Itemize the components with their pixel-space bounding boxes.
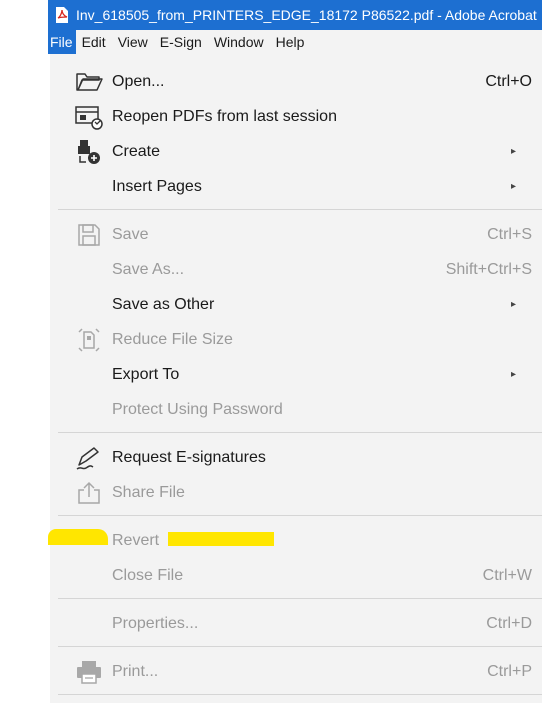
chevron-right-icon: ▸ <box>510 181 516 192</box>
menu-item-close-shortcut: Ctrl+W <box>482 566 532 584</box>
folder-open-icon <box>74 67 104 97</box>
menu-item-share[interactable]: Share File <box>50 475 542 510</box>
printer-icon <box>74 657 104 687</box>
menu-separator <box>58 209 542 210</box>
menu-item-insert-pages[interactable]: Insert Pages ▸ <box>50 169 542 204</box>
menu-item-properties-shortcut: Ctrl+D <box>486 614 532 632</box>
menu-item-save-as[interactable]: Save As... Shift+Ctrl+S <box>50 252 542 287</box>
menu-item-reopen-label: Reopen PDFs from last session <box>112 107 337 125</box>
menu-item-save[interactable]: Save Ctrl+S <box>50 217 542 252</box>
menu-separator <box>58 515 542 516</box>
chevron-right-icon: ▸ <box>510 299 516 310</box>
menu-item-export-to-label: Export To <box>112 365 180 383</box>
menu-item-close-label: Close File <box>112 566 184 584</box>
menu-item-save-as-shortcut: Shift+Ctrl+S <box>445 260 532 278</box>
menu-item-print-shortcut: Ctrl+P <box>487 662 532 680</box>
menu-item-share-label: Share File <box>112 483 185 501</box>
menu-item-save-label: Save <box>112 225 149 243</box>
menu-item-revert[interactable]: Revert <box>50 523 542 558</box>
menu-item-open[interactable]: Open... Ctrl+O <box>50 64 542 99</box>
menu-item-print[interactable]: Print... Ctrl+P <box>50 654 542 689</box>
menu-item-open-label: Open... <box>112 72 165 90</box>
menu-item-protect-label: Protect Using Password <box>112 400 283 418</box>
reduce-size-icon <box>74 325 104 355</box>
menu-separator <box>58 694 542 695</box>
save-disk-icon <box>74 220 104 250</box>
esign-pen-icon <box>74 443 104 473</box>
menu-item-reduce-size-label: Reduce File Size <box>112 330 233 348</box>
menu-item-export-to[interactable]: Export To ▸ <box>50 357 542 392</box>
menu-item-properties-label: Properties... <box>112 614 199 632</box>
share-icon <box>74 478 104 508</box>
menu-separator <box>58 432 542 433</box>
menu-item-save-as-other-label: Save as Other <box>112 295 215 313</box>
menu-item-properties[interactable]: Properties... Ctrl+D <box>50 606 542 641</box>
acrobat-pdf-icon <box>54 6 70 24</box>
menu-item-close[interactable]: Close File Ctrl+W <box>50 558 542 593</box>
menu-item-reduce-size[interactable]: Reduce File Size <box>50 322 542 357</box>
menu-esign[interactable]: E-Sign <box>154 30 208 54</box>
menu-separator <box>58 598 542 599</box>
menu-separator <box>58 646 542 647</box>
menu-item-print-label: Print... <box>112 662 159 680</box>
menu-file[interactable]: File <box>48 30 76 54</box>
menu-edit[interactable]: Edit <box>76 30 112 54</box>
create-pdf-icon <box>74 137 104 167</box>
chevron-right-icon: ▸ <box>510 146 516 157</box>
menu-item-protect[interactable]: Protect Using Password <box>50 392 542 427</box>
menu-item-save-shortcut: Ctrl+S <box>487 225 532 243</box>
menu-window[interactable]: Window <box>208 30 270 54</box>
menu-item-save-as-other[interactable]: Save as Other ▸ <box>50 287 542 322</box>
menu-bar: File Edit View E-Sign Window Help <box>48 30 542 54</box>
menu-item-create-label: Create <box>112 142 161 160</box>
menu-item-reopen[interactable]: Reopen PDFs from last session <box>50 99 542 134</box>
chevron-right-icon: ▸ <box>510 369 516 380</box>
menu-view[interactable]: View <box>112 30 154 54</box>
window-title: Inv_618505_from_PRINTERS_EDGE_18172 P865… <box>76 7 537 23</box>
menu-item-revert-label: Revert <box>112 531 160 549</box>
menu-item-request-esign-label: Request E-signatures <box>112 448 266 466</box>
menu-item-request-esign[interactable]: Request E-signatures <box>50 440 542 475</box>
menu-item-save-as-label: Save As... <box>112 260 185 278</box>
menu-item-create[interactable]: Create ▸ <box>50 134 542 169</box>
menu-item-open-shortcut: Ctrl+O <box>485 72 532 90</box>
menu-help[interactable]: Help <box>270 30 311 54</box>
window-title-bar: Inv_618505_from_PRINTERS_EDGE_18172 P865… <box>48 0 542 30</box>
file-menu-dropdown: Open... Ctrl+O Reopen PDFs from last ses… <box>48 54 542 703</box>
reopen-session-icon <box>74 102 104 132</box>
menu-item-insert-pages-label: Insert Pages <box>112 177 202 195</box>
